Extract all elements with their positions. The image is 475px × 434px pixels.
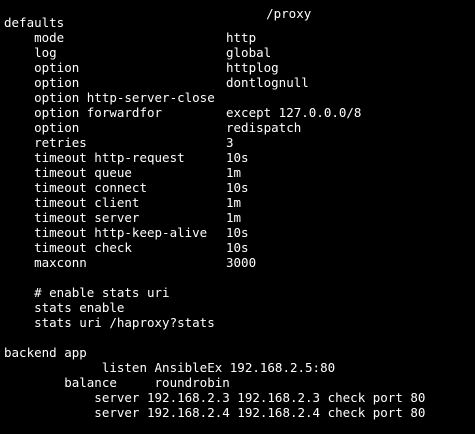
config-directive: option http-server-close	[4, 90, 215, 105]
config-directive: timeout http-request	[4, 150, 185, 165]
config-directive: balance roundrobin	[4, 375, 230, 390]
config-value: redispatch	[226, 120, 302, 135]
config-directive: mode	[4, 30, 65, 45]
config-value: httplog	[226, 60, 279, 75]
config-directive: option	[4, 60, 80, 75]
config-value: 10s	[226, 180, 249, 195]
config-value: 10s	[226, 225, 249, 240]
config-value: 1m	[226, 195, 242, 210]
config-directive: timeout server	[4, 210, 140, 225]
config-directive: stats enable	[4, 300, 125, 315]
config-directive: timeout queue	[4, 165, 132, 180]
config-value: 1m	[226, 165, 242, 180]
config-value: http	[226, 30, 257, 45]
config-directive: option	[4, 120, 80, 135]
config-directive: listen AnsibleEx 192.168.2.5:80	[4, 360, 336, 375]
config-value: 10s	[226, 240, 249, 255]
config-directive: maxconn	[4, 255, 87, 270]
config-directive: timeout client	[4, 195, 140, 210]
config-directive: # enable stats uri	[4, 285, 170, 300]
config-value: 10s	[226, 150, 249, 165]
cut-off-top-text: /proxy	[266, 6, 312, 21]
config-directive: retries	[4, 135, 87, 150]
terminal-window[interactable]: /proxy defaults mode http log global optio…	[0, 0, 475, 434]
cut-off-top-line: /proxy	[236, 0, 311, 21]
config-directive: timeout http-keep-alive	[4, 225, 208, 240]
config-value: 1m	[226, 210, 242, 225]
config-directive: timeout connect	[4, 180, 147, 195]
config-value: 3000	[226, 255, 257, 270]
config-directive: timeout check	[4, 240, 132, 255]
config-directive: server 192.168.2.3 192.168.2.3 check por…	[4, 390, 426, 405]
config-directive: backend app	[4, 345, 87, 360]
config-directive: server 192.168.2.4 192.168.2.4 check por…	[4, 405, 426, 420]
config-value: global	[226, 45, 272, 60]
config-directive: log	[4, 45, 57, 60]
config-directive: option	[4, 75, 80, 90]
config-value: 3	[226, 135, 234, 150]
config-directive: defaults	[4, 15, 65, 30]
config-value: except 127.0.0.0/8	[226, 105, 362, 120]
config-directive: stats uri /haproxy?stats	[4, 315, 215, 330]
config-value: dontlognull	[226, 75, 309, 90]
config-directive: option forwardfor	[4, 105, 163, 120]
